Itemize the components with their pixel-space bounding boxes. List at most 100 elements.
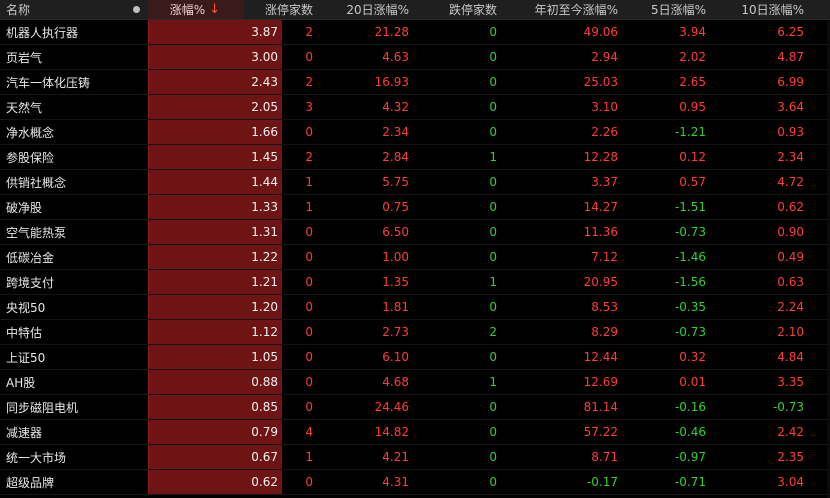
sector-name-cell: 页岩气 bbox=[6, 50, 43, 65]
change-10d-cell: 0.93 bbox=[777, 125, 804, 139]
change-pct-cell: 1.44 bbox=[148, 170, 282, 194]
sort-descending-icon: ↓ bbox=[209, 2, 220, 17]
table-row[interactable]: 空气能热泵 1.31 0 6.50 0 11.36 -0.73 0.90 bbox=[0, 220, 830, 245]
change-20d-cell: 1.00 bbox=[382, 250, 409, 264]
change-pct-cell: 1.22 bbox=[148, 245, 282, 269]
marker-cell bbox=[124, 345, 148, 369]
column-header-marker[interactable] bbox=[124, 0, 148, 19]
limit-up-count-cell: 2 bbox=[305, 75, 313, 89]
change-10d-cell: 2.24 bbox=[777, 300, 804, 314]
sector-name-cell: 破净股 bbox=[6, 200, 43, 215]
sector-name-cell: 央视50 bbox=[6, 300, 46, 315]
change-pct-cell: 2.05 bbox=[148, 95, 282, 119]
limit-down-count-cell: 1 bbox=[489, 275, 497, 289]
table-header: 名称 涨幅% ↓ 涨停家数 20日涨幅% 跌停家数 年初至今涨幅% 5日涨幅% 1… bbox=[0, 0, 830, 20]
marker-cell bbox=[124, 245, 148, 269]
column-header-change-10d[interactable]: 10日涨幅% bbox=[709, 0, 807, 19]
sector-name-cell: 空气能热泵 bbox=[6, 225, 67, 240]
change-ytd-cell: 25.03 bbox=[583, 75, 618, 89]
table-row[interactable]: 机器人执行器 3.87 2 21.28 0 49.06 3.94 6.25 bbox=[0, 20, 830, 45]
sector-ranking-table: 名称 涨幅% ↓ 涨停家数 20日涨幅% 跌停家数 年初至今涨幅% 5日涨幅% 1… bbox=[0, 0, 830, 495]
change-5d-cell: -1.21 bbox=[674, 125, 706, 139]
sector-name-cell: 跨境支付 bbox=[6, 275, 55, 290]
change-5d-cell: -1.56 bbox=[674, 275, 706, 289]
column-header-limit-down-count[interactable]: 跌停家数 bbox=[412, 0, 500, 19]
column-header-change-5d[interactable]: 5日涨幅% bbox=[621, 0, 709, 19]
marker-cell bbox=[124, 420, 148, 444]
table-row[interactable]: 同步磁阻电机 0.85 0 24.46 0 81.14 -0.16 -0.73 bbox=[0, 395, 830, 420]
change-20d-cell: 4.21 bbox=[382, 450, 409, 464]
column-header-change-20d[interactable]: 20日涨幅% bbox=[317, 0, 412, 19]
table-row[interactable]: 上证50 1.05 0 6.10 0 12.44 0.32 4.84 bbox=[0, 345, 830, 370]
change-20d-cell: 6.10 bbox=[382, 350, 409, 364]
change-5d-cell: -0.97 bbox=[674, 450, 706, 464]
change-20d-cell: 24.46 bbox=[374, 400, 409, 414]
change-20d-cell: 4.31 bbox=[382, 475, 409, 489]
table-row[interactable]: 跨境支付 1.21 0 1.35 1 20.95 -1.56 0.63 bbox=[0, 270, 830, 295]
column-header-limit-up-count[interactable]: 涨停家数 bbox=[240, 0, 317, 19]
change-5d-cell: -0.73 bbox=[674, 225, 706, 239]
change-10d-cell: 0.49 bbox=[777, 250, 804, 264]
limit-down-count-cell: 2 bbox=[489, 325, 497, 339]
change-ytd-cell: 8.29 bbox=[591, 325, 618, 339]
marker-cell bbox=[124, 395, 148, 419]
change-pct-cell: 1.33 bbox=[148, 195, 282, 219]
table-row[interactable]: AH股 0.88 0 4.68 1 12.69 0.01 3.35 bbox=[0, 370, 830, 395]
marker-cell bbox=[124, 95, 148, 119]
change-10d-cell: 0.63 bbox=[777, 275, 804, 289]
limit-down-count-cell: 0 bbox=[489, 300, 497, 314]
limit-down-count-cell: 0 bbox=[489, 400, 497, 414]
sector-name-cell: AH股 bbox=[6, 375, 36, 390]
marker-cell bbox=[124, 70, 148, 94]
change-pct-cell: 0.85 bbox=[148, 395, 282, 419]
limit-down-count-cell: 1 bbox=[489, 375, 497, 389]
change-pct-cell: 1.05 bbox=[148, 345, 282, 369]
column-header-name[interactable]: 名称 bbox=[0, 0, 124, 19]
change-5d-cell: 3.94 bbox=[679, 25, 706, 39]
table-row[interactable]: 超级品牌 0.62 0 4.31 0 -0.17 -0.71 3.04 bbox=[0, 470, 830, 495]
limit-up-count-cell: 2 bbox=[305, 150, 313, 164]
change-5d-cell: -0.35 bbox=[674, 300, 706, 314]
limit-up-count-cell: 1 bbox=[305, 175, 313, 189]
sector-name-cell: 低碳冶金 bbox=[6, 250, 55, 265]
column-header-change-ytd[interactable]: 年初至今涨幅% bbox=[500, 0, 621, 19]
column-header-change-20d-label: 20日涨幅% bbox=[346, 3, 409, 17]
sector-name-cell: 减速器 bbox=[6, 425, 43, 440]
column-header-change-pct[interactable]: 涨幅% ↓ bbox=[148, 0, 244, 19]
change-pct-cell: 1.45 bbox=[148, 145, 282, 169]
limit-up-count-cell: 0 bbox=[305, 375, 313, 389]
table-row[interactable]: 低碳冶金 1.22 0 1.00 0 7.12 -1.46 0.49 bbox=[0, 245, 830, 270]
change-5d-cell: 0.12 bbox=[679, 150, 706, 164]
sector-name-cell: 超级品牌 bbox=[6, 475, 55, 490]
change-20d-cell: 2.73 bbox=[382, 325, 409, 339]
table-row[interactable]: 汽车一体化压铸 2.43 2 16.93 0 25.03 2.65 6.99 bbox=[0, 70, 830, 95]
table-row[interactable]: 央视50 1.20 0 1.81 0 8.53 -0.35 2.24 bbox=[0, 295, 830, 320]
change-pct-cell: 1.21 bbox=[148, 270, 282, 294]
change-20d-cell: 2.84 bbox=[382, 150, 409, 164]
table-row[interactable]: 净水概念 1.66 0 2.34 0 2.26 -1.21 0.93 bbox=[0, 120, 830, 145]
limit-up-count-cell: 2 bbox=[305, 25, 313, 39]
limit-down-count-cell: 0 bbox=[489, 475, 497, 489]
table-row[interactable]: 中特估 1.12 0 2.73 2 8.29 -0.73 2.10 bbox=[0, 320, 830, 345]
table-row[interactable]: 供销社概念 1.44 1 5.75 0 3.37 0.57 4.72 bbox=[0, 170, 830, 195]
limit-up-count-cell: 0 bbox=[305, 300, 313, 314]
limit-down-count-cell: 0 bbox=[489, 100, 497, 114]
marker-cell bbox=[124, 195, 148, 219]
column-header-change-10d-label: 10日涨幅% bbox=[741, 3, 804, 17]
table-row[interactable]: 页岩气 3.00 0 4.63 0 2.94 2.02 4.87 bbox=[0, 45, 830, 70]
table-row[interactable]: 破净股 1.33 1 0.75 0 14.27 -1.51 0.62 bbox=[0, 195, 830, 220]
change-20d-cell: 5.75 bbox=[382, 175, 409, 189]
change-5d-cell: -1.46 bbox=[674, 250, 706, 264]
change-pct-cell: 1.20 bbox=[148, 295, 282, 319]
change-pct-cell: 1.66 bbox=[148, 120, 282, 144]
table-row[interactable]: 统一大市场 0.67 1 4.21 0 8.71 -0.97 2.35 bbox=[0, 445, 830, 470]
table-row[interactable]: 参股保险 1.45 2 2.84 1 12.28 0.12 2.34 bbox=[0, 145, 830, 170]
change-20d-cell: 4.68 bbox=[382, 375, 409, 389]
table-row[interactable]: 天然气 2.05 3 4.32 0 3.10 0.95 3.64 bbox=[0, 95, 830, 120]
change-10d-cell: 4.84 bbox=[777, 350, 804, 364]
table-body: 机器人执行器 3.87 2 21.28 0 49.06 3.94 6.25 页岩气 3.00 0 4.… bbox=[0, 20, 830, 495]
change-pct-cell: 0.67 bbox=[148, 445, 282, 469]
limit-down-count-cell: 0 bbox=[489, 225, 497, 239]
limit-up-count-cell: 0 bbox=[305, 50, 313, 64]
table-row[interactable]: 减速器 0.79 4 14.82 0 57.22 -0.46 2.42 bbox=[0, 420, 830, 445]
